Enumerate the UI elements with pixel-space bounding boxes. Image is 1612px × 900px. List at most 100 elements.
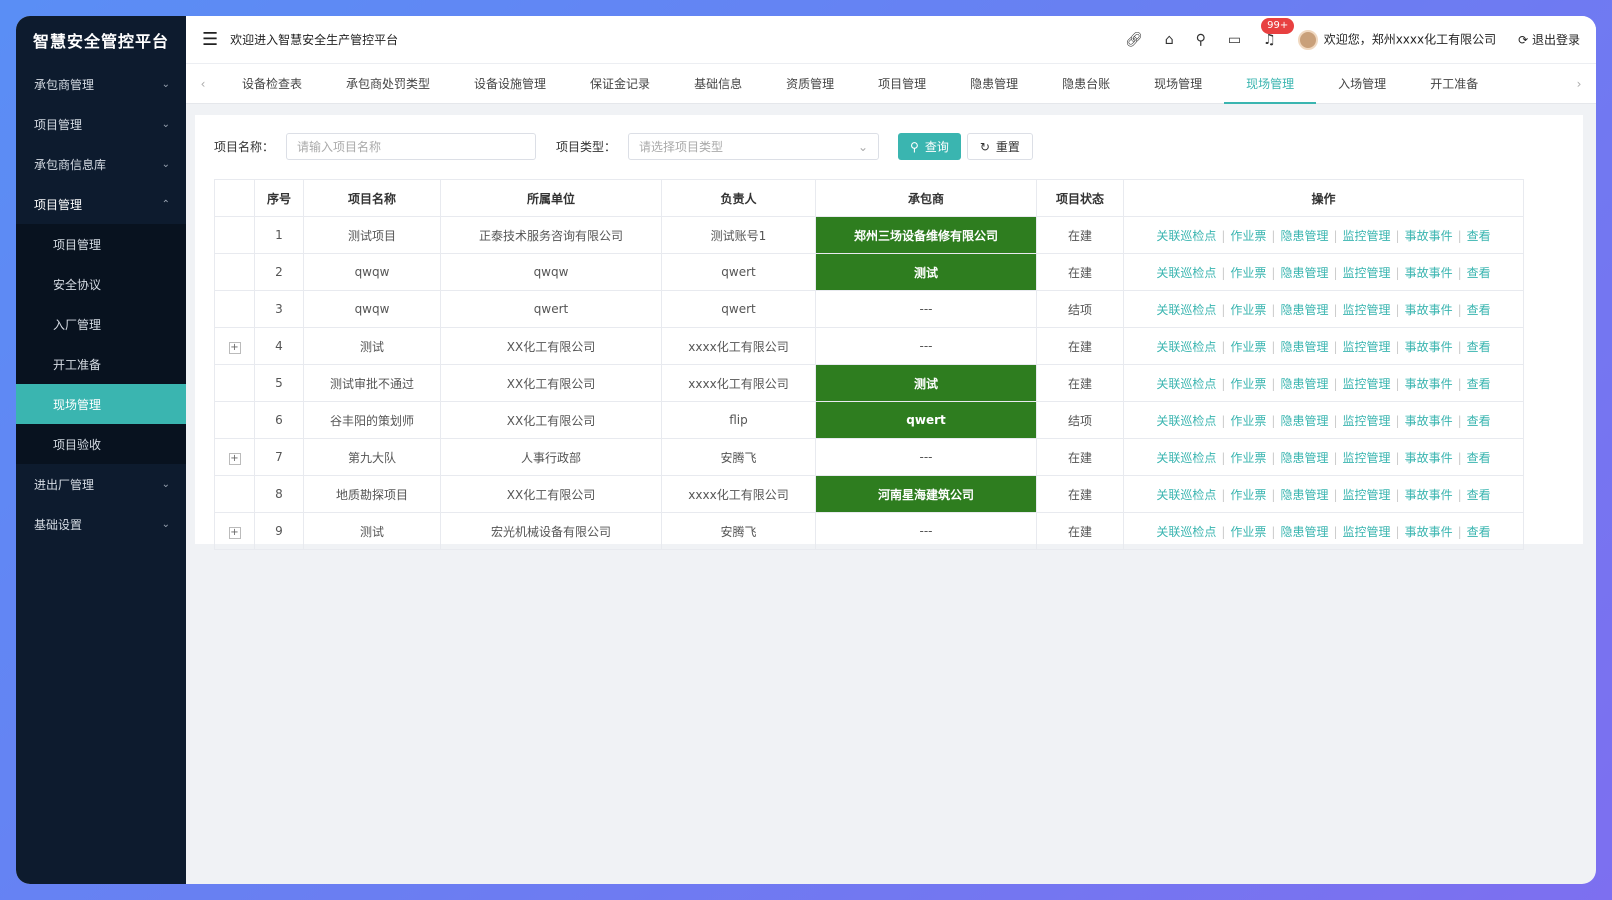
project-name-input[interactable]: 请输入项目名称 xyxy=(286,133,537,160)
op-link[interactable]: 监控管理 xyxy=(1343,488,1391,502)
op-link[interactable]: 隐患管理 xyxy=(1280,266,1328,280)
op-link[interactable]: 关联巡检点 xyxy=(1156,451,1216,465)
sidebar-item-project-mgmt[interactable]: 项目管理 ⌄ xyxy=(16,104,186,144)
separator: | xyxy=(1271,302,1276,317)
op-link[interactable]: 作业票 xyxy=(1230,451,1266,465)
op-link[interactable]: 查看 xyxy=(1467,303,1491,317)
op-link[interactable]: 关联巡检点 xyxy=(1156,488,1216,502)
user-info[interactable]: 欢迎您，郑州xxxx化工有限公司 xyxy=(1297,29,1496,50)
op-link[interactable]: 关联巡检点 xyxy=(1156,377,1216,391)
op-link[interactable]: 关联巡检点 xyxy=(1156,414,1216,428)
sidebar-item-project-mgmt-open[interactable]: 项目管理 ⌃ xyxy=(16,184,186,224)
header-no: 序号 xyxy=(254,179,304,217)
sidebar-subitem-project[interactable]: 项目管理 xyxy=(16,224,186,264)
op-link[interactable]: 作业票 xyxy=(1230,414,1266,428)
tab-item[interactable]: 基础信息 xyxy=(672,64,764,104)
op-link[interactable]: 关联巡检点 xyxy=(1156,229,1216,243)
op-link[interactable]: 事故事件 xyxy=(1405,525,1453,539)
op-link[interactable]: 隐患管理 xyxy=(1280,488,1328,502)
sidebar-subitem-entry[interactable]: 入厂管理 xyxy=(16,304,186,344)
tab-item[interactable]: 开工准备 xyxy=(1408,64,1500,104)
op-link[interactable]: 查看 xyxy=(1467,451,1491,465)
sidebar-subitem-prep[interactable]: 开工准备 xyxy=(16,344,186,384)
sidebar-subitem-agreement[interactable]: 安全协议 xyxy=(16,264,186,304)
home-icon[interactable]: ⌂ xyxy=(1165,32,1174,48)
tab-item[interactable]: 保证金记录 xyxy=(568,64,672,104)
op-link[interactable]: 隐患管理 xyxy=(1280,451,1328,465)
op-link[interactable]: 监控管理 xyxy=(1343,340,1391,354)
op-link[interactable]: 关联巡检点 xyxy=(1156,340,1216,354)
tab-item[interactable]: 隐患管理 xyxy=(948,64,1040,104)
bell-icon[interactable]: ♫ 99+ xyxy=(1261,17,1295,48)
cell-status: 在建 xyxy=(1036,364,1124,402)
op-link[interactable]: 事故事件 xyxy=(1405,414,1453,428)
op-link[interactable]: 作业票 xyxy=(1230,488,1266,502)
op-link[interactable]: 查看 xyxy=(1467,266,1491,280)
op-link[interactable]: 事故事件 xyxy=(1405,266,1453,280)
sidebar-item-contractor-mgmt[interactable]: 承包商管理 ⌄ xyxy=(16,64,186,104)
op-link[interactable]: 查看 xyxy=(1467,229,1491,243)
search-icon[interactable]: ⚲ xyxy=(1196,32,1206,48)
op-link[interactable]: 作业票 xyxy=(1230,377,1266,391)
tab-item[interactable]: 设备设施管理 xyxy=(452,64,568,104)
op-link[interactable]: 查看 xyxy=(1467,414,1491,428)
op-link[interactable]: 隐患管理 xyxy=(1280,377,1328,391)
logout-button[interactable]: ⟳ 退出登录 xyxy=(1518,31,1580,48)
op-link[interactable]: 事故事件 xyxy=(1405,451,1453,465)
op-link[interactable]: 查看 xyxy=(1467,488,1491,502)
op-link[interactable]: 监控管理 xyxy=(1343,451,1391,465)
tab-item[interactable]: 现场管理 xyxy=(1132,64,1224,104)
expand-icon[interactable]: + xyxy=(228,341,241,354)
op-link[interactable]: 作业票 xyxy=(1230,229,1266,243)
op-link[interactable]: 事故事件 xyxy=(1405,377,1453,391)
op-link[interactable]: 监控管理 xyxy=(1343,414,1391,428)
sidebar-item-contractor-db[interactable]: 承包商信息库 ⌄ xyxy=(16,144,186,184)
link-icon[interactable]: 🔗︎ xyxy=(1125,32,1143,48)
op-link[interactable]: 监控管理 xyxy=(1343,229,1391,243)
op-link[interactable]: 事故事件 xyxy=(1405,229,1453,243)
sidebar-subitem-accept[interactable]: 项目验收 xyxy=(16,424,186,464)
menu-toggle-icon[interactable]: ☰ xyxy=(202,29,218,50)
op-link[interactable]: 查看 xyxy=(1467,377,1491,391)
op-link[interactable]: 关联巡检点 xyxy=(1156,303,1216,317)
op-link[interactable]: 隐患管理 xyxy=(1280,414,1328,428)
expand-icon[interactable]: + xyxy=(228,526,241,539)
tab-item-active[interactable]: 现场管理 xyxy=(1224,64,1317,104)
op-link[interactable]: 隐患管理 xyxy=(1280,525,1328,539)
op-link[interactable]: 关联巡检点 xyxy=(1156,266,1216,280)
tab-item[interactable]: 资质管理 xyxy=(764,64,856,104)
reset-button[interactable]: ↻ 重置 xyxy=(966,133,1033,160)
tab-item[interactable]: 承包商处罚类型 xyxy=(324,64,452,104)
query-button[interactable]: ⚲ 查询 xyxy=(898,133,961,160)
tab-item[interactable]: 隐患台账 xyxy=(1040,64,1132,104)
op-link[interactable]: 查看 xyxy=(1467,340,1491,354)
op-link[interactable]: 隐患管理 xyxy=(1280,340,1328,354)
op-link[interactable]: 作业票 xyxy=(1230,303,1266,317)
op-link[interactable]: 事故事件 xyxy=(1405,488,1453,502)
op-link[interactable]: 事故事件 xyxy=(1405,340,1453,354)
expand-icon[interactable]: + xyxy=(228,452,241,465)
op-link[interactable]: 作业票 xyxy=(1230,525,1266,539)
op-link[interactable]: 作业票 xyxy=(1230,266,1266,280)
monitor-icon[interactable]: ▭ xyxy=(1228,32,1241,48)
op-link[interactable]: 监控管理 xyxy=(1343,525,1391,539)
tab-item[interactable]: 项目管理 xyxy=(856,64,948,104)
tab-scroll-left-icon[interactable]: ‹ xyxy=(186,77,220,91)
sidebar-item-settings[interactable]: 基础设置 ⌄ xyxy=(16,504,186,544)
project-type-select[interactable]: 请选择项目类型 ⌄ xyxy=(628,133,880,160)
op-link[interactable]: 隐患管理 xyxy=(1280,303,1328,317)
op-link[interactable]: 隐患管理 xyxy=(1280,229,1328,243)
tab-item[interactable]: 设备检查表 xyxy=(220,64,324,104)
op-link[interactable]: 监控管理 xyxy=(1343,266,1391,280)
op-link[interactable]: 监控管理 xyxy=(1343,303,1391,317)
op-link[interactable]: 事故事件 xyxy=(1405,303,1453,317)
separator: | xyxy=(1457,302,1462,317)
op-link[interactable]: 监控管理 xyxy=(1343,377,1391,391)
op-link[interactable]: 作业票 xyxy=(1230,340,1266,354)
tab-scroll-right-icon[interactable]: › xyxy=(1562,77,1596,91)
op-link[interactable]: 关联巡检点 xyxy=(1156,525,1216,539)
sidebar-subitem-site[interactable]: 现场管理 xyxy=(16,384,186,424)
op-link[interactable]: 查看 xyxy=(1467,525,1491,539)
tab-item[interactable]: 入场管理 xyxy=(1316,64,1408,104)
sidebar-item-inout[interactable]: 进出厂管理 ⌄ xyxy=(16,464,186,504)
